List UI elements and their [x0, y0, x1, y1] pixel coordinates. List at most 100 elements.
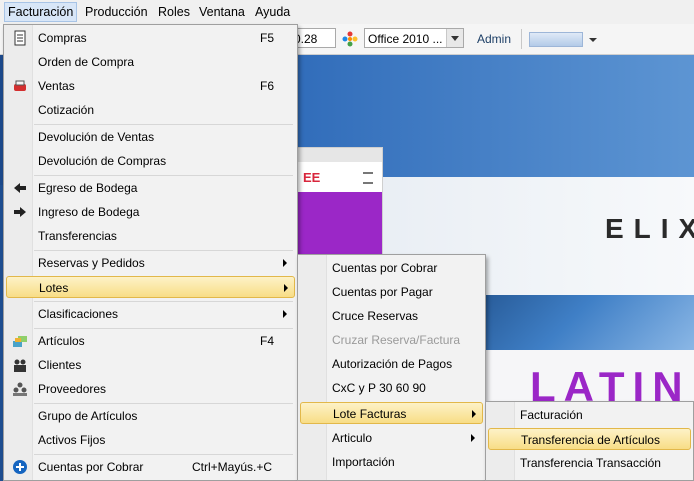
submenu-item-importacion[interactable]: Importación [300, 451, 483, 473]
menu-separator [34, 124, 293, 125]
menu-item-label: Cuentas por Cobrar [332, 261, 438, 275]
menu-item-label: Devolución de Compras [38, 154, 167, 168]
menu-item-label: Orden de Compra [38, 55, 135, 69]
menu-item-lotes[interactable]: Lotes [6, 276, 295, 298]
lotes-submenu: Cuentas por Cobrar Cuentas por Pagar Cru… [297, 254, 486, 481]
menu-item-label: Compras [38, 31, 87, 45]
shortcut-label: F6 [260, 79, 275, 93]
menu-separator [34, 175, 293, 176]
menu-item-proveedores[interactable]: Proveedores [6, 378, 295, 400]
submenu-item-articulo[interactable]: Articulo [300, 427, 483, 449]
menu-item-label: Cuentas por Pagar [332, 285, 433, 299]
phone-brand: EE [303, 170, 321, 185]
menu-item-label: Activos Fijos [38, 433, 106, 447]
sales-icon [14, 80, 26, 91]
submenu-arrow-icon [472, 410, 476, 418]
menu-item-label: Devolución de Ventas [38, 130, 155, 144]
submenu-item-cuentas-cobrar[interactable]: Cuentas por Cobrar [300, 257, 483, 279]
menu-item-label: Reservas y Pedidos [38, 256, 145, 270]
hamburger-icon [363, 172, 373, 184]
toolbar-overflow-icon[interactable] [586, 29, 600, 49]
menu-item-reservas-pedidos[interactable]: Reservas y Pedidos [6, 252, 295, 274]
progress-widget[interactable] [529, 32, 583, 47]
submenu-item-cxc-y-p[interactable]: CxC y P 30 60 90 [300, 377, 483, 399]
banner-text-top: ELIX [605, 213, 694, 244]
menu-separator [34, 454, 293, 455]
shortcut-label: F5 [260, 31, 275, 45]
menu-item-label: Clasificaciones [38, 307, 119, 321]
menu-item-label: Lote Facturas [333, 407, 407, 421]
menu-item-cotizacion[interactable]: Cotización [6, 99, 295, 121]
shortcut-label: Ctrl+Mayús.+C [192, 460, 273, 474]
menu-separator [34, 250, 293, 251]
chevron-down-icon[interactable] [446, 29, 463, 47]
menu-separator [34, 301, 293, 302]
user-label: Admin [477, 32, 512, 46]
theme-select[interactable]: Office 2010 ... [364, 28, 464, 48]
menu-item-cuentas-por-cobrar[interactable]: Cuentas por Cobrar Ctrl+Mayús.+C [6, 456, 295, 478]
menu-item-label: Grupo de Artículos [38, 409, 138, 423]
menu-item-label: Ventas [38, 79, 75, 93]
color-wheel-icon[interactable] [342, 31, 358, 47]
menu-item-label: Lotes [39, 281, 69, 295]
menu-ventana[interactable]: Ventana [196, 3, 248, 21]
menu-item-label: CxC y P 30 60 90 [332, 381, 426, 395]
articles-icon [13, 336, 27, 347]
menu-item-transferencias[interactable]: Transferencias [6, 225, 295, 247]
menu-item-label: Transferencias [38, 229, 117, 243]
menu-item-label: Cuentas por Cobrar [38, 460, 144, 474]
menu-item-label: Facturación [520, 408, 583, 422]
menu-item-devolucion-ventas[interactable]: Devolución de Ventas [6, 126, 295, 148]
submenu-item-lote-facturas[interactable]: Lote Facturas [300, 402, 483, 424]
purchases-icon [14, 30, 26, 46]
menu-item-label: Articulo [332, 431, 373, 445]
submenu-arrow-icon [471, 434, 475, 442]
submenu-arrow-icon [283, 259, 287, 267]
menu-item-grupo-articulos[interactable]: Grupo de Artículos [6, 405, 295, 427]
menu-item-label: Autorización de Pagos [332, 357, 453, 371]
lote-facturas-submenu: Facturación Transferencia de Artículos T… [485, 401, 694, 481]
enter-arrow-icon [14, 207, 26, 217]
menu-item-articulos[interactable]: Artículos F4 [6, 330, 295, 352]
menu-item-compras[interactable]: Compras F5 [6, 27, 295, 49]
plus-circle-icon [13, 460, 27, 474]
submenu-item-cruce-reservas[interactable]: Cruce Reservas [300, 305, 483, 327]
menu-separator [34, 403, 293, 404]
menu-produccion[interactable]: Producción [82, 3, 151, 21]
menu-item-label: Transferencia Transacción [520, 456, 661, 470]
submenu-arrow-icon [284, 284, 288, 292]
menu-item-label: Clientes [38, 358, 82, 372]
facturacion-dropdown: Compras F5 Orden de Compra Ventas F6 Cot… [3, 24, 298, 481]
submenu-item-transferencia-articulos[interactable]: Transferencia de Artículos [488, 428, 691, 450]
submenu-item-transferencia-transaccion[interactable]: Transferencia Transacción [488, 452, 691, 474]
phone-status-bar [297, 148, 382, 162]
submenu-item-autorizacion-pagos[interactable]: Autorización de Pagos [300, 353, 483, 375]
submenu-item-cruzar-reserva-factura: Cruzar Reserva/Factura [300, 329, 483, 351]
menu-item-activos-fijos[interactable]: Activos Fijos [6, 429, 295, 451]
menu-item-label: Cotización [38, 103, 95, 117]
menu-item-orden-de-compra[interactable]: Orden de Compra [6, 51, 295, 73]
submenu-item-facturacion[interactable]: Facturación [488, 404, 691, 426]
submenu-arrow-icon [283, 310, 287, 318]
menu-item-label: Artículos [38, 334, 85, 348]
toolbar-divider [521, 29, 522, 49]
menu-bar: Facturación Producción Roles Ventana Ayu… [0, 0, 694, 25]
clients-icon [14, 359, 26, 372]
menu-roles[interactable]: Roles [155, 3, 193, 21]
menu-item-ventas[interactable]: Ventas F6 [6, 75, 295, 97]
menu-separator [34, 328, 293, 329]
menu-item-egreso-bodega[interactable]: Egreso de Bodega [6, 177, 295, 199]
providers-icon [13, 382, 27, 396]
menu-facturacion[interactable]: Facturación [4, 2, 78, 22]
menu-ayuda[interactable]: Ayuda [252, 3, 293, 21]
submenu-item-cuentas-pagar[interactable]: Cuentas por Pagar [300, 281, 483, 303]
menu-item-label: Cruzar Reserva/Factura [332, 333, 461, 347]
theme-select-value: Office 2010 ... [368, 32, 443, 46]
menu-item-clientes[interactable]: Clientes [6, 354, 295, 376]
menu-item-ingreso-bodega[interactable]: Ingreso de Bodega [6, 201, 295, 223]
menu-item-clasificaciones[interactable]: Clasificaciones [6, 303, 295, 325]
shortcut-label: F4 [260, 334, 275, 348]
menu-item-label: Egreso de Bodega [38, 181, 138, 195]
menu-item-devolucion-compras[interactable]: Devolución de Compras [6, 150, 295, 172]
menu-item-label: Proveedores [38, 382, 107, 396]
